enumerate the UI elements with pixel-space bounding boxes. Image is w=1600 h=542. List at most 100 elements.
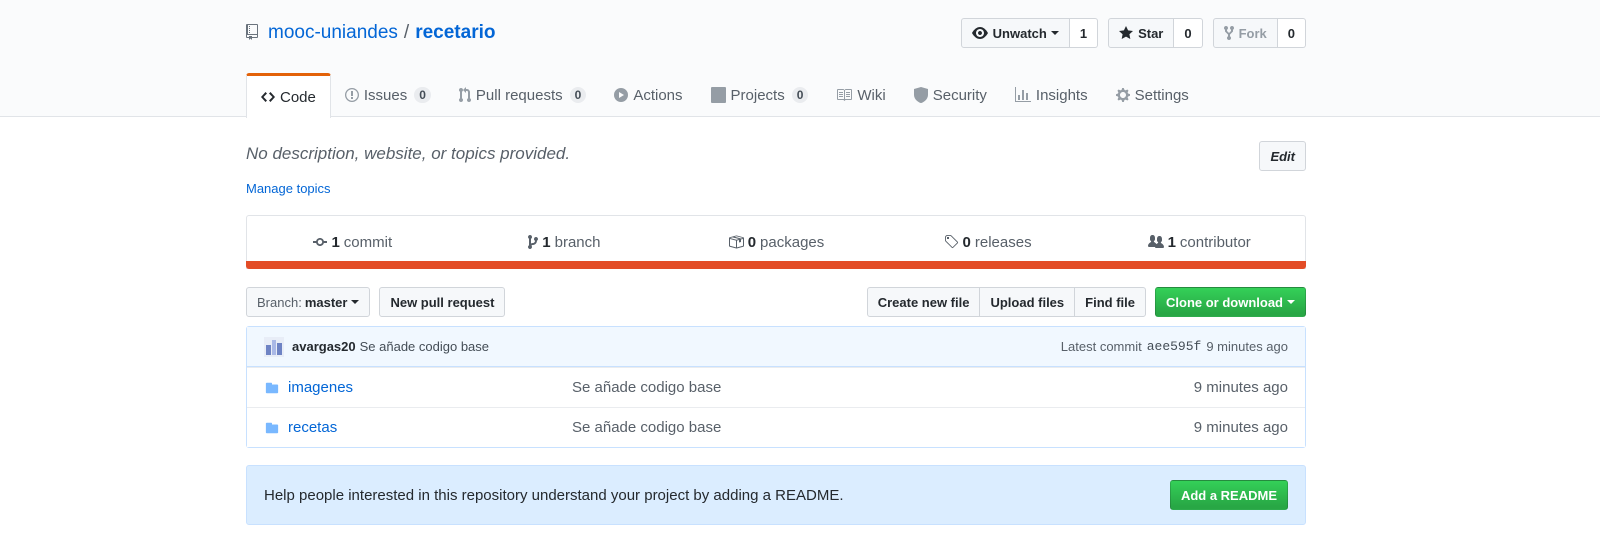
repo-separator: / [403,22,410,43]
latest-commit-row: avargas20 Se añade codigo base Latest co… [247,327,1305,367]
file-name-link[interactable]: imagenes [288,379,572,396]
commits-label: commit [343,233,393,251]
commit-sha-link[interactable]: aee595f [1147,339,1202,354]
star-group: Star 0 [1108,18,1203,48]
packages-count: 0 [747,233,757,251]
tab-security[interactable]: Security [900,73,1001,117]
package-icon [728,234,744,250]
readme-prompt: Help people interested in this repositor… [246,465,1306,525]
latest-commit-prefix: Latest commit [1060,339,1142,354]
eye-icon [971,25,988,41]
repo-description: No description, website, or topics provi… [246,141,1306,171]
tab-settings[interactable]: Settings [1102,73,1203,117]
packages-link[interactable]: 0 packages [670,234,882,251]
pull-request-icon [458,87,471,103]
tab-label: Security [932,86,987,104]
releases-label: releases [974,233,1032,251]
stars-count[interactable]: 0 [1174,18,1203,48]
forks-count[interactable]: 0 [1277,18,1306,48]
project-icon [710,87,726,103]
chevron-down-icon [351,300,360,304]
tab-label: Pull requests [475,86,563,104]
file-commit-message-link[interactable]: Se añade codigo base [572,419,1194,436]
contributors-label: contributor [1179,233,1251,251]
create-new-file-button[interactable]: Create new file [866,287,981,317]
packages-label: packages [760,233,825,251]
tab-label: Wiki [857,86,886,104]
table-row: recetas Se añade codigo base 9 minutes a… [247,407,1305,447]
star-button[interactable]: Star [1108,18,1175,48]
find-file-button[interactable]: Find file [1074,287,1146,317]
tab-label: Projects [730,86,785,104]
graph-icon [1014,87,1031,103]
repo-owner-link[interactable]: mooc-uniandes [268,22,398,43]
repo-icon [246,24,260,42]
commits-count: 1 [331,233,340,251]
clone-download-button[interactable]: Clone or download [1155,287,1306,317]
contributors-count: 1 [1167,233,1176,251]
manage-topics-link[interactable]: Manage topics [246,181,1306,196]
description-text: No description, website, or topics provi… [246,144,571,163]
commit-icon [313,234,328,250]
upload-files-button[interactable]: Upload files [979,287,1076,317]
language-bar[interactable] [246,261,1306,269]
tag-icon [944,234,959,250]
tab-pull-requests[interactable]: Pull requests 0 [445,73,600,117]
branches-label: branch [554,233,601,251]
tab-actions[interactable]: Actions [600,73,696,117]
commit-author-link[interactable]: avargas20 [292,339,356,354]
file-age: 9 minutes ago [1193,379,1288,396]
repo-header: mooc-uniandes / recetario Unwatch 1 Star… [0,0,1600,118]
chevron-down-icon [1287,300,1295,304]
tab-projects[interactable]: Projects 0 [697,73,823,117]
branch-prefix: Branch: [257,294,302,310]
tab-label: Insights [1035,86,1088,104]
unwatch-label: Unwatch [992,25,1047,41]
branches-link[interactable]: 1 branch [459,234,671,251]
folder-icon [264,421,280,435]
issues-count-badge: 0 [414,87,431,103]
repo-name-link[interactable]: recetario [415,22,495,43]
tab-insights[interactable]: Insights [1001,73,1102,117]
shield-icon [913,87,928,103]
tab-wiki[interactable]: Wiki [822,73,899,117]
commit-message-link[interactable]: Se añade codigo base [360,339,489,354]
avatar[interactable] [264,336,284,357]
file-commit-message-link[interactable]: Se añade codigo base [572,379,1194,396]
repo-actions: Unwatch 1 Star 0 Fork 0 [960,18,1306,48]
fork-icon [1223,25,1234,41]
tab-code[interactable]: Code [246,73,331,118]
star-label: Star [1138,25,1164,41]
tab-label: Actions [633,86,683,104]
projects-count-badge: 0 [791,87,809,103]
tab-label: Settings [1134,86,1189,104]
code-icon [261,89,275,105]
commits-link[interactable]: 1 commit [247,234,459,251]
tab-label: Issues [363,86,408,104]
file-name-link[interactable]: recetas [288,419,572,436]
fork-group: Fork 0 [1212,18,1306,48]
chevron-down-icon [1050,31,1059,35]
table-row: imagenes Se añade codigo base 9 minutes … [247,367,1305,407]
new-pull-request-button[interactable]: New pull request [379,287,506,317]
file-nav-left: Branch: master New pull request [246,287,506,317]
repo-title: mooc-uniandes / recetario [268,22,495,44]
issue-icon [344,87,359,103]
edit-button[interactable]: Edit [1259,141,1306,171]
repo-nav-tabs: Code Issues 0 Pull requests 0 Actions Pr… [246,73,1306,118]
star-icon [1119,25,1134,41]
branch-icon [528,234,539,250]
tab-issues[interactable]: Issues 0 [331,73,445,117]
file-table: avargas20 Se añade codigo base Latest co… [246,326,1306,448]
folder-icon [264,381,280,395]
branch-select-button[interactable]: Branch: master [246,287,371,317]
commit-age: 9 minutes ago [1206,339,1288,354]
fork-button[interactable]: Fork [1212,18,1278,48]
contributors-link[interactable]: 1 contributor [1093,234,1305,251]
watchers-count[interactable]: 1 [1069,18,1099,48]
branch-name: master [304,294,348,310]
unwatch-button[interactable]: Unwatch [960,18,1070,48]
releases-link[interactable]: 0 releases [882,234,1094,251]
pr-count-badge: 0 [569,87,587,103]
add-readme-button[interactable]: Add a README [1169,480,1288,510]
